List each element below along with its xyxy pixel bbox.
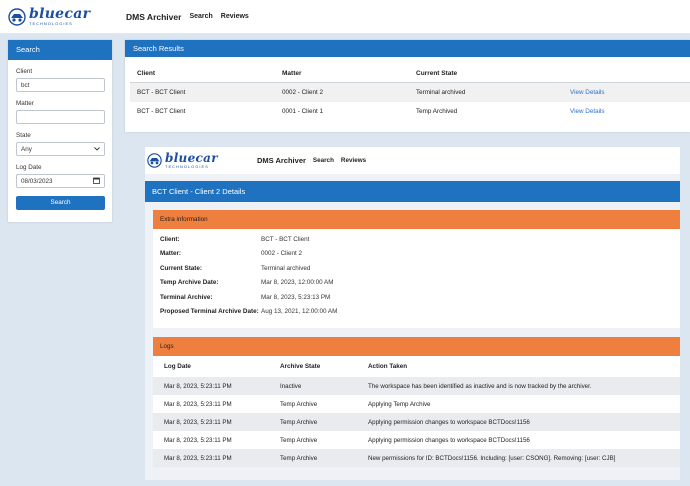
details-nav-search-link[interactable]: Search — [313, 157, 334, 164]
nav-search-link[interactable]: Search — [189, 13, 212, 20]
details-app-title[interactable]: DMS Archiver — [257, 156, 306, 165]
logs-card: Logs Log Date Archive State Action Taken… — [153, 337, 680, 475]
info-key: Client: — [160, 235, 180, 243]
logs-title: Logs — [153, 337, 680, 356]
car-logo-icon — [8, 7, 26, 26]
cell-archive-state: Inactive — [280, 382, 302, 390]
top-nav: bluecar TECHNOLOGIES DMS Archiver Search… — [0, 0, 690, 34]
info-row: Current State: Terminal archived — [153, 261, 680, 276]
column-header-archive-state: Archive State — [280, 363, 321, 370]
search-results-title: Search Results — [125, 40, 690, 57]
table-row: Mar 8, 2023, 5:23:11 PM Temp Archive App… — [153, 395, 680, 413]
column-header-log-date: Log Date — [164, 363, 191, 370]
log-date-value: 08/03/2023 — [21, 177, 53, 185]
info-row: Temp Archive Date: Mar 8, 2023, 12:00:00… — [153, 276, 680, 291]
log-date-label: Log Date — [16, 164, 42, 171]
extra-information-title: Extra information — [153, 210, 680, 229]
cell-log-date: Mar 8, 2023, 5:23:11 PM — [164, 382, 232, 390]
results-table: Client Matter Current State BCT - BCT Cl… — [130, 64, 690, 121]
client-input-value: bct — [21, 81, 30, 89]
cell-client: BCT - BCT Client — [137, 108, 186, 115]
search-results-panel: Search Results Client Matter Current Sta… — [125, 40, 690, 132]
cell-client: BCT - BCT Client — [137, 89, 186, 96]
info-row: Proposed Terminal Archive Date: Aug 13, … — [153, 305, 680, 320]
info-key: Current State: — [160, 264, 202, 272]
nav-reviews-link[interactable]: Reviews — [221, 13, 249, 20]
cell-log-date: Mar 8, 2023, 5:23:11 PM — [164, 400, 232, 408]
cell-action-taken: Applying permission changes to workspace… — [368, 418, 530, 426]
details-view: bluecar TECHNOLOGIES DMS Archiver Search… — [145, 147, 680, 480]
details-brand-name: bluecar — [165, 151, 218, 165]
info-key: Matter: — [160, 250, 181, 258]
table-row[interactable]: BCT - BCT Client 0001 - Client 1 Temp Ar… — [130, 102, 690, 121]
details-title: BCT Client - Client 2 Details — [145, 181, 680, 202]
extra-information-card: Extra information Client: BCT - BCT Clie… — [153, 210, 680, 328]
info-value: Aug 13, 2021, 12:00:00 AM — [261, 308, 338, 316]
info-value: Terminal archived — [261, 264, 311, 272]
car-logo-icon — [147, 153, 162, 168]
info-row: Client: BCT - BCT Client — [153, 232, 680, 247]
cell-log-date: Mar 8, 2023, 5:23:11 PM — [164, 418, 232, 426]
details-nav: bluecar TECHNOLOGIES DMS Archiver Search… — [145, 147, 680, 174]
details-brand-tagline: TECHNOLOGIES — [165, 164, 209, 169]
view-details-link[interactable]: View Details — [570, 89, 690, 96]
info-key: Terminal Archive: — [160, 293, 213, 301]
brand-tagline: TECHNOLOGIES — [29, 21, 73, 26]
table-row[interactable]: BCT - BCT Client 0002 - Client 2 Termina… — [130, 83, 690, 102]
cell-archive-state: Temp Archive — [280, 454, 318, 462]
brand-name: bluecar — [29, 6, 91, 22]
cell-action-taken: The workspace has been identified as ina… — [368, 382, 592, 390]
table-row: Mar 8, 2023, 5:23:11 PM Temp Archive App… — [153, 431, 680, 449]
state-label: State — [16, 132, 31, 139]
cell-log-date: Mar 8, 2023, 5:23:11 PM — [164, 436, 232, 444]
state-select-value: Any — [21, 145, 32, 153]
view-details-link[interactable]: View Details — [570, 108, 690, 115]
calendar-icon[interactable] — [93, 177, 100, 186]
brand-logo[interactable]: bluecar TECHNOLOGIES — [8, 7, 108, 26]
state-select[interactable]: Any — [16, 142, 105, 156]
column-header-current-state: Current State — [416, 69, 458, 77]
cell-archive-state: Temp Archive — [280, 418, 318, 426]
info-row: Matter: 0002 - Client 2 — [153, 247, 680, 262]
cell-archive-state: Temp Archive — [280, 436, 318, 444]
info-value: 0002 - Client 2 — [261, 250, 302, 258]
details-brand-logo[interactable]: bluecar TECHNOLOGIES — [147, 152, 235, 169]
cell-state: Temp Archived — [416, 108, 458, 115]
matter-label: Matter — [16, 100, 34, 107]
cell-action-taken: New permissions for ID: BCTDocs!1156. In… — [368, 454, 616, 462]
client-label: Client — [16, 68, 33, 75]
info-value: Mar 8, 2023, 5:23:13 PM — [261, 293, 331, 301]
search-button[interactable]: Search — [16, 196, 105, 210]
cell-action-taken: Applying Temp Archive — [368, 400, 431, 408]
column-header-matter: Matter — [282, 69, 302, 77]
column-header-client: Client — [137, 69, 156, 77]
table-row: Mar 8, 2023, 5:23:11 PM Inactive The wor… — [153, 377, 680, 395]
info-value: BCT - BCT Client — [261, 235, 310, 243]
app-title[interactable]: DMS Archiver — [126, 12, 181, 22]
search-panel: Search Client bct Matter State Any Log D… — [8, 40, 112, 222]
cell-log-date: Mar 8, 2023, 5:23:11 PM — [164, 454, 232, 462]
logs-header-row: Log Date Archive State Action Taken — [153, 356, 680, 377]
column-header-action-taken: Action Taken — [368, 363, 408, 370]
table-row: Mar 8, 2023, 5:23:11 PM Temp Archive New… — [153, 449, 680, 467]
cell-matter: 0001 - Client 1 — [282, 108, 323, 115]
cell-state: Terminal archived — [416, 89, 466, 96]
info-key: Proposed Terminal Archive Date: — [160, 308, 259, 316]
table-row: Mar 8, 2023, 5:23:11 PM Temp Archive App… — [153, 413, 680, 431]
matter-input[interactable] — [16, 110, 105, 124]
info-key: Temp Archive Date: — [160, 279, 219, 287]
chevron-down-icon — [94, 146, 100, 153]
log-date-input[interactable]: 08/03/2023 — [16, 174, 105, 188]
cell-action-taken: Applying permission changes to workspace… — [368, 436, 530, 444]
search-panel-title: Search — [8, 40, 112, 60]
client-input[interactable]: bct — [16, 78, 105, 92]
cell-archive-state: Temp Archive — [280, 400, 318, 408]
details-nav-reviews-link[interactable]: Reviews — [341, 157, 366, 164]
cell-matter: 0002 - Client 2 — [282, 89, 323, 96]
logs-table: Log Date Archive State Action Taken Mar … — [153, 356, 680, 467]
results-header-row: Client Matter Current State — [130, 64, 690, 83]
info-value: Mar 8, 2023, 12:00:00 AM — [261, 279, 334, 287]
info-row: Terminal Archive: Mar 8, 2023, 5:23:13 P… — [153, 290, 680, 305]
